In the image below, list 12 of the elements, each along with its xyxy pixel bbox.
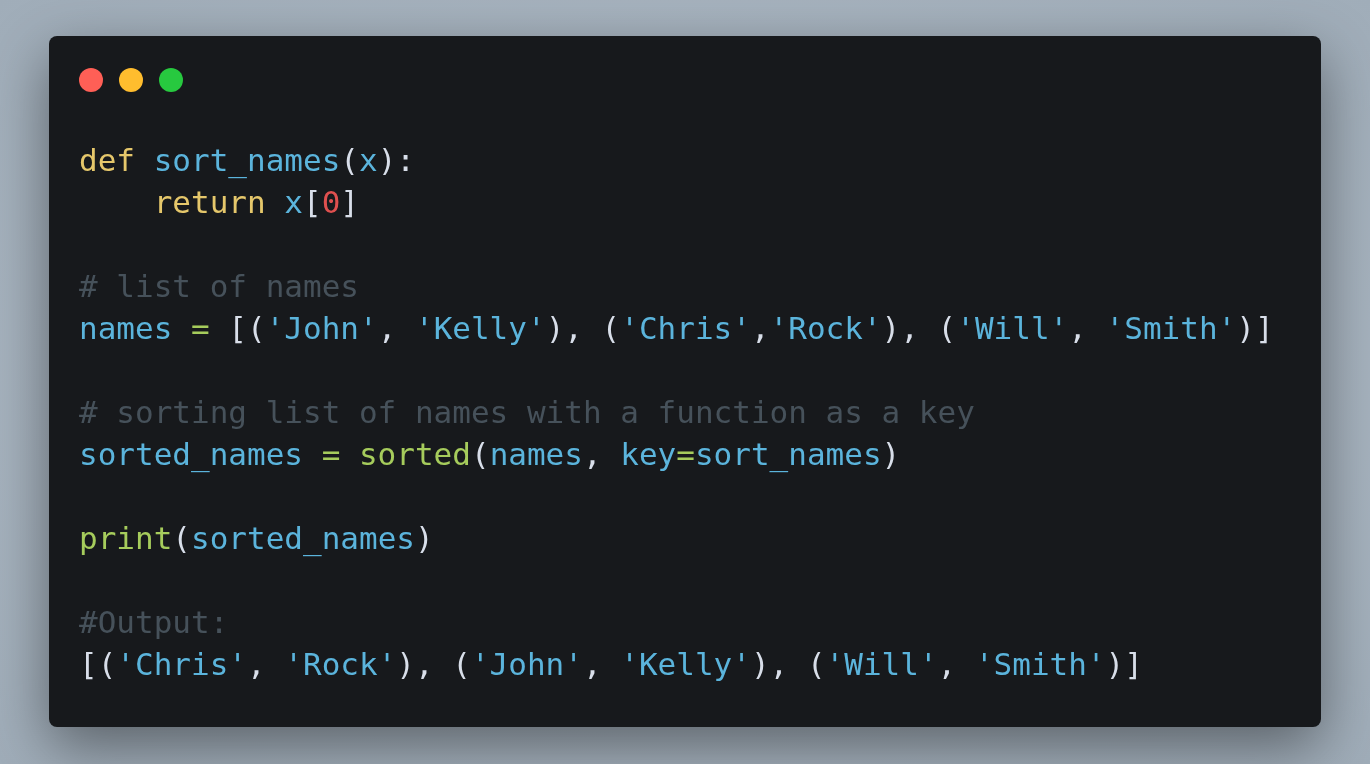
code-line: sorted_names = sorted(names, key=sort_names) xyxy=(79,435,901,475)
code-comment: # sorting list of names with a function as a key xyxy=(79,393,975,432)
code-line: print(sorted_names) xyxy=(79,519,434,559)
window-maximize-icon[interactable] xyxy=(159,68,183,92)
code-comment: #Output: xyxy=(79,603,229,642)
window-minimize-icon[interactable] xyxy=(119,68,143,92)
code-line: names = [('John', 'Kelly'), ('Chris','Rock'), ('Will', 'Smith')] xyxy=(79,309,1274,348)
code-line: return x[0] xyxy=(152,183,359,222)
code-comment: # list of names xyxy=(79,267,359,306)
code-line: [('Chris', 'Rock'), ('John', 'Kelly'), ('Will', 'Smith')] xyxy=(79,645,1143,684)
window-close-icon[interactable] xyxy=(79,68,103,92)
code-line: def sort_names(x): xyxy=(79,141,415,181)
